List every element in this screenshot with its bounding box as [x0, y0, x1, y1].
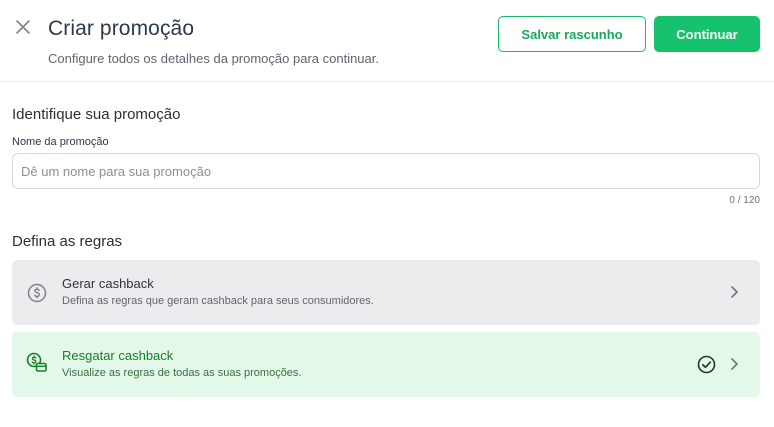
page-title: Criar promoção: [48, 17, 195, 40]
rule-card-redeem-cashback[interactable]: Resgatar cashback Visualize as regras de…: [12, 332, 760, 397]
rule-card-generate-cashback[interactable]: Gerar cashback Defina as regras que gera…: [12, 260, 760, 325]
dollar-circle-icon: [27, 283, 47, 303]
rule-card-description: Visualize as regras de todas as suas pro…: [62, 367, 302, 379]
rules-section-title: Defina as regras: [12, 233, 123, 250]
chevron-right-icon: [731, 358, 738, 370]
save-draft-button[interactable]: Salvar rascunho: [498, 16, 646, 52]
close-icon[interactable]: [14, 18, 32, 36]
page-subtitle: Configure todos os detalhes da promoção …: [48, 51, 379, 66]
chevron-right-icon: [731, 286, 738, 298]
continue-button[interactable]: Continuar: [654, 16, 760, 52]
page-header: Criar promoção Configure todos os detalh…: [0, 0, 774, 82]
redeem-cashback-icon: [26, 352, 47, 372]
promotion-name-label: Nome da promoção: [12, 136, 109, 148]
rule-card-title: Resgatar cashback: [62, 348, 174, 363]
rule-card-description: Defina as regras que geram cashback para…: [62, 295, 374, 307]
promotion-name-input[interactable]: [12, 153, 760, 189]
check-circle-icon: [697, 355, 716, 374]
identify-section-title: Identifique sua promoção: [12, 106, 181, 123]
character-counter: 0 / 120: [729, 195, 760, 206]
rule-card-title: Gerar cashback: [62, 276, 154, 291]
